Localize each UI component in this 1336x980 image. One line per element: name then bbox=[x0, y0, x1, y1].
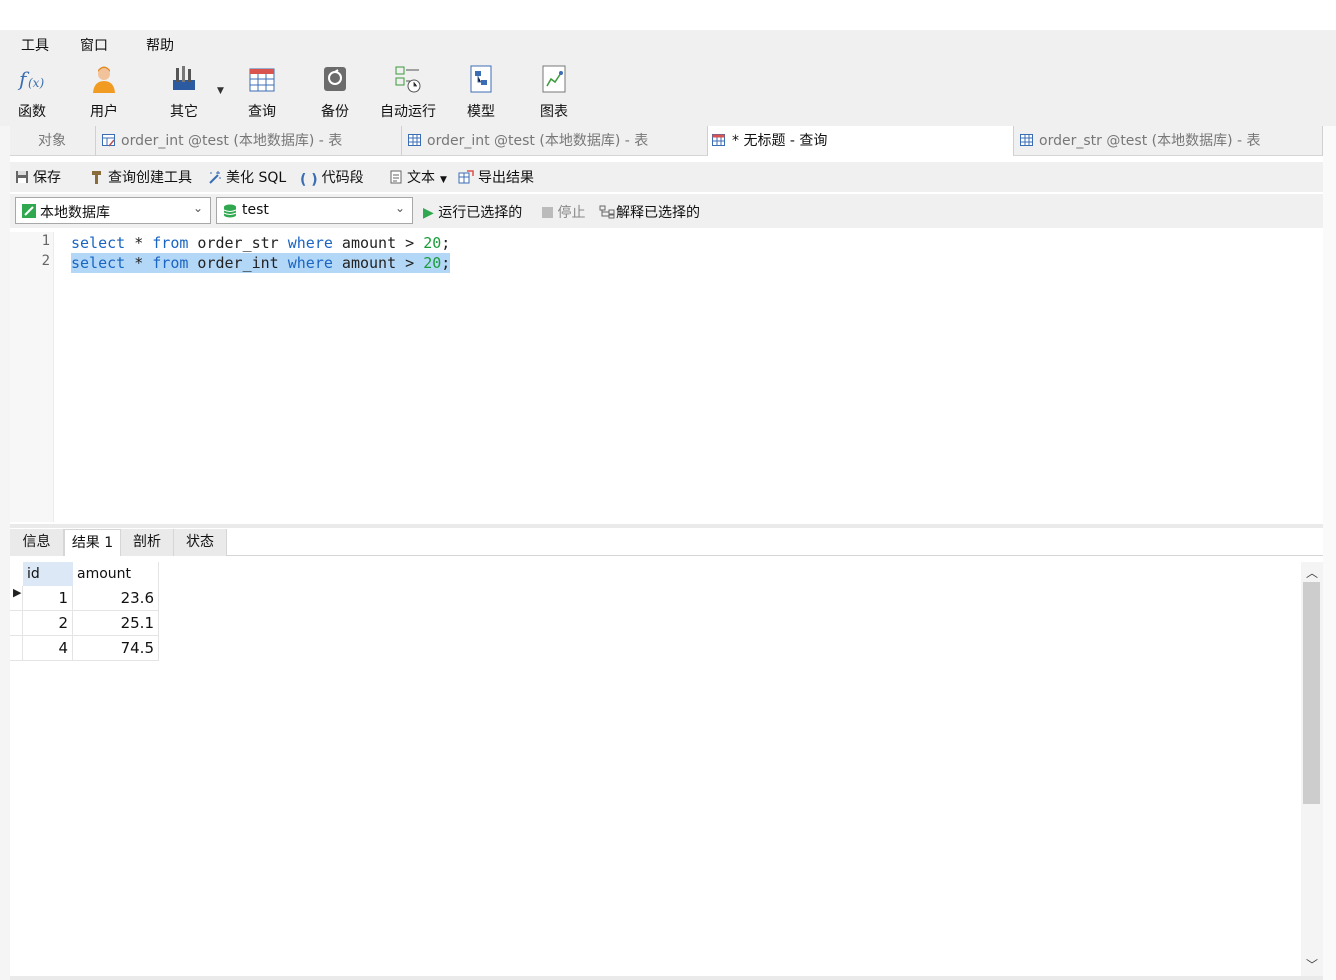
table-cell[interactable]: 23.6 bbox=[73, 586, 159, 611]
database-select[interactable]: test ⌄ bbox=[216, 197, 413, 224]
table-cell[interactable]: 1 bbox=[23, 586, 73, 611]
text-mode-button[interactable]: 文本 ▼ bbox=[389, 167, 447, 187]
function-button[interactable]: f (x) 函数 bbox=[0, 58, 67, 124]
tab-profile[interactable]: 剖析 bbox=[121, 529, 174, 556]
sql-line-2[interactable]: select * from order_int where amount > 2… bbox=[71, 253, 451, 273]
scrollbar-thumb[interactable] bbox=[1303, 582, 1320, 804]
tools-icon bbox=[173, 66, 195, 90]
row-indicator[interactable]: ▶ bbox=[10, 586, 23, 611]
query-tab-icon bbox=[712, 134, 725, 146]
table-cell[interactable]: 2 bbox=[23, 611, 73, 636]
stop-icon bbox=[542, 207, 553, 218]
query-builder-button[interactable]: 查询创建工具 bbox=[90, 167, 192, 187]
function-icon: f (x) bbox=[17, 67, 44, 91]
run-selected-button[interactable]: ▶ 运行已选择的 bbox=[423, 202, 522, 222]
tab-result-1[interactable]: 结果 1 bbox=[64, 529, 121, 556]
menu-bar: 工具 窗口 帮助 bbox=[0, 30, 1336, 58]
parentheses-icon: ( ) bbox=[300, 172, 318, 188]
right-panel-edge bbox=[1323, 126, 1336, 980]
tab-order-int-table-1[interactable]: order_int @test (本地数据库) - 表 bbox=[96, 126, 402, 156]
tab-untitled-query[interactable]: * 无标题 - 查询 bbox=[708, 126, 1014, 156]
sql-line-1[interactable]: select * from order_str where amount > 2… bbox=[71, 233, 450, 253]
explain-icon bbox=[599, 205, 615, 219]
line-number-gutter: 1 2 bbox=[10, 232, 54, 522]
result-scrollbar[interactable]: ︿ ﹀ bbox=[1301, 562, 1323, 976]
menu-tools[interactable]: 工具 bbox=[21, 35, 49, 55]
svg-text:(x): (x) bbox=[28, 76, 44, 90]
column-header-id[interactable]: id bbox=[23, 562, 73, 586]
tab-objects[interactable]: 对象 bbox=[10, 126, 96, 156]
tab-order-int-table-2[interactable]: order_int @test (本地数据库) - 表 bbox=[402, 126, 708, 156]
connection-icon bbox=[22, 204, 36, 218]
tab-order-str-table[interactable]: order_str @test (本地数据库) - 表 bbox=[1014, 126, 1323, 156]
tab-status[interactable]: 状态 bbox=[174, 529, 227, 556]
query-button[interactable]: 查询 bbox=[227, 58, 297, 124]
left-panel-edge bbox=[0, 126, 10, 980]
query-icon bbox=[249, 68, 275, 92]
explain-selected-button[interactable]: 解释已选择的 bbox=[599, 202, 700, 222]
model-icon bbox=[470, 65, 492, 93]
sql-editor[interactable]: 1 2 select * from order_str where amount… bbox=[10, 232, 1323, 522]
chart-button[interactable]: 图表 bbox=[519, 58, 589, 124]
line-number: 1 bbox=[41, 233, 50, 249]
connection-select[interactable]: 本地数据库 ⌄ bbox=[15, 197, 211, 224]
hammer-icon bbox=[92, 171, 101, 184]
document-tab-bar: 对象 order_int @test (本地数据库) - 表 order_int… bbox=[10, 126, 1323, 156]
query-toolbar: 保存 查询创建工具 美化 SQL ( ) 代码段 文本 ▼ 导出结果 bbox=[10, 162, 1323, 192]
table-icon bbox=[408, 134, 421, 146]
status-strip bbox=[10, 976, 1323, 980]
menu-help[interactable]: 帮助 bbox=[146, 35, 174, 55]
current-row-arrow-icon: ▶ bbox=[13, 586, 22, 599]
tab-info[interactable]: 信息 bbox=[10, 529, 64, 556]
table-edit-icon bbox=[102, 134, 115, 147]
table-icon bbox=[1020, 134, 1033, 146]
export-icon bbox=[458, 170, 474, 184]
row-indicator[interactable] bbox=[10, 636, 23, 661]
text-document-icon bbox=[390, 170, 402, 184]
play-icon: ▶ bbox=[423, 205, 434, 221]
line-number: 2 bbox=[41, 253, 50, 269]
menu-window[interactable]: 窗口 bbox=[80, 35, 108, 55]
backup-button[interactable]: 备份 bbox=[300, 58, 370, 124]
scroll-down-icon[interactable]: ﹀ bbox=[1301, 956, 1323, 973]
code-snippet-button[interactable]: ( ) 代码段 bbox=[300, 167, 364, 188]
column-header-amount[interactable]: amount bbox=[73, 562, 159, 586]
chevron-down-icon: ⌄ bbox=[192, 201, 203, 215]
ribbon-toolbar: f (x) 函数 用户 其它 ▼ 查询 备份 自动运行 模型 图表 bbox=[0, 58, 1336, 126]
stop-button[interactable]: 停止 bbox=[542, 202, 585, 222]
export-results-button[interactable]: 导出结果 bbox=[458, 167, 534, 187]
chart-icon bbox=[542, 65, 566, 93]
result-tab-bar: 信息 结果 1 剖析 状态 bbox=[10, 528, 1323, 556]
text-dropdown-caret-icon[interactable]: ▼ bbox=[440, 175, 447, 185]
scroll-up-icon[interactable]: ︿ bbox=[1301, 564, 1323, 581]
user-button[interactable]: 用户 bbox=[69, 58, 139, 124]
magic-wand-icon bbox=[209, 171, 221, 184]
backup-icon bbox=[324, 67, 346, 91]
beautify-sql-button[interactable]: 美化 SQL bbox=[208, 167, 286, 187]
connection-bar: 本地数据库 ⌄ test ⌄ ▶ 运行已选择的 停止 解释已选择的 bbox=[10, 194, 1323, 228]
title-area bbox=[0, 0, 1336, 30]
autorun-button[interactable]: 自动运行 bbox=[373, 58, 443, 124]
save-button[interactable]: 保存 bbox=[15, 167, 61, 187]
database-icon bbox=[223, 204, 237, 218]
schedule-icon bbox=[395, 66, 421, 93]
save-icon bbox=[16, 171, 28, 183]
chevron-down-icon: ⌄ bbox=[394, 201, 405, 215]
other-dropdown-caret-icon[interactable]: ▼ bbox=[217, 86, 224, 96]
table-cell[interactable]: 74.5 bbox=[73, 636, 159, 661]
table-cell[interactable]: 25.1 bbox=[73, 611, 159, 636]
row-indicator[interactable] bbox=[10, 611, 23, 636]
table-cell[interactable]: 4 bbox=[23, 636, 73, 661]
model-button[interactable]: 模型 bbox=[446, 58, 516, 124]
other-button[interactable]: 其它 bbox=[149, 58, 219, 124]
user-icon bbox=[93, 66, 115, 93]
